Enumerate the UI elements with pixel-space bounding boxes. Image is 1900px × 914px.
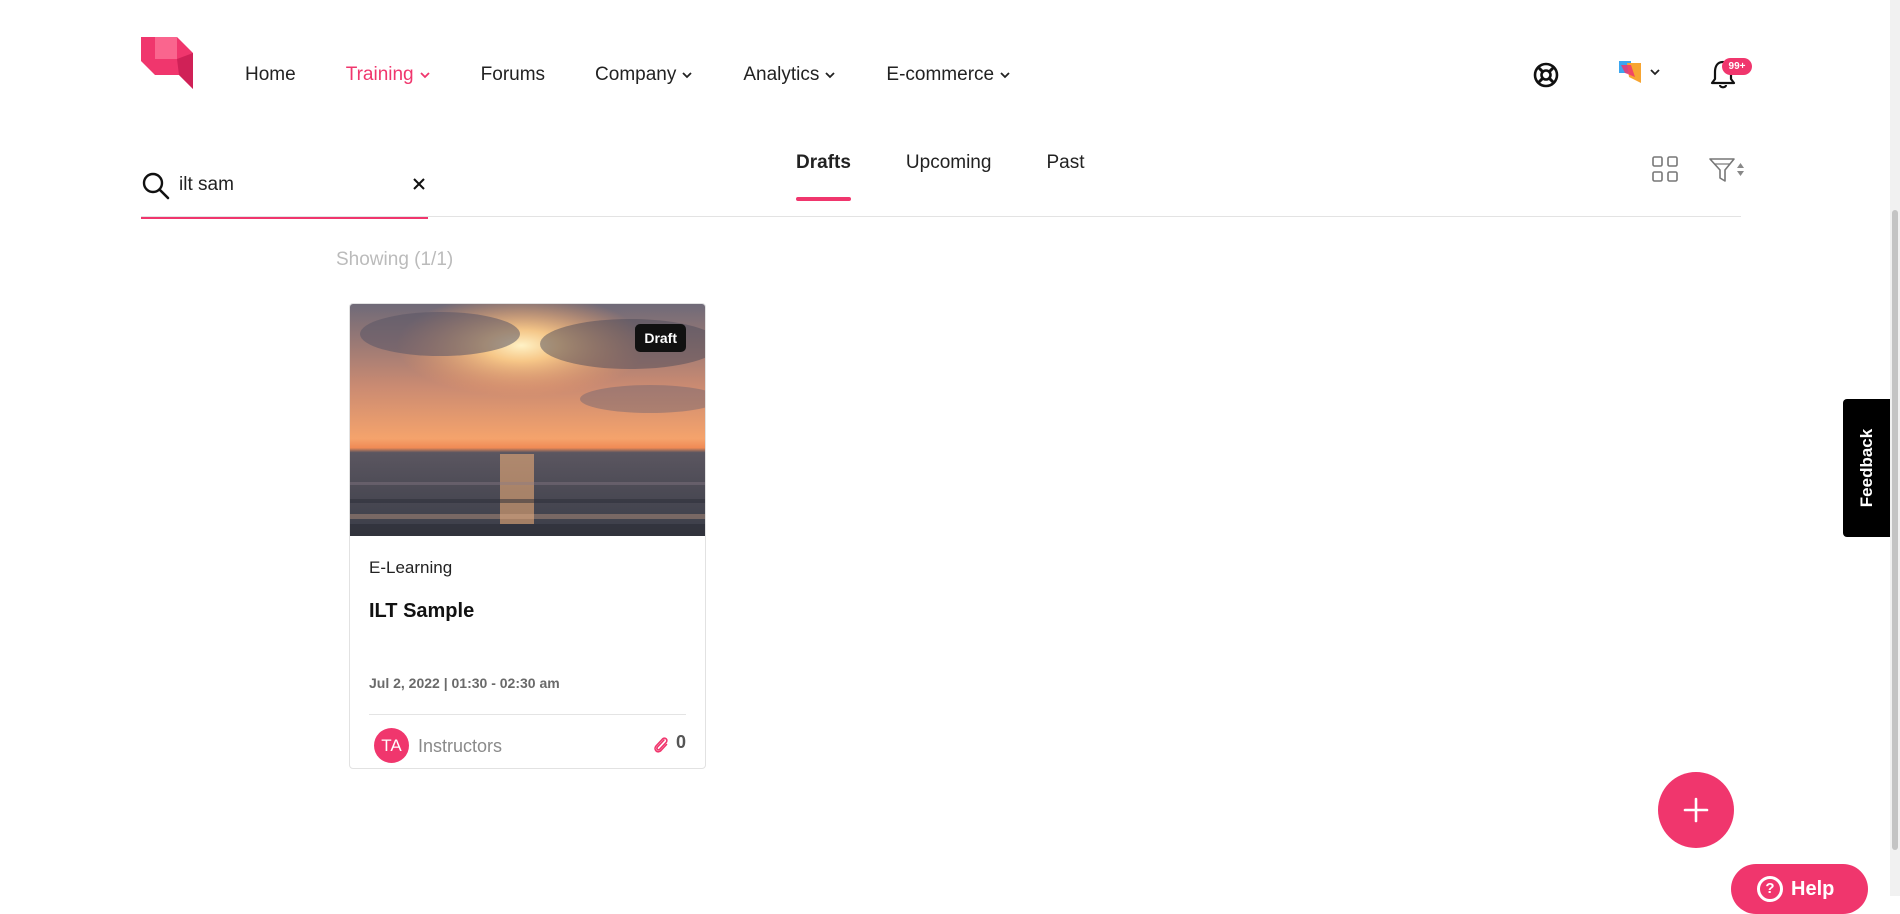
card-type: E-Learning (369, 558, 453, 577)
nav-analytics[interactable]: Analytics (743, 64, 836, 86)
lifebuoy-icon[interactable] (1532, 61, 1560, 89)
session-card[interactable]: Draft E-Learning ILT Sample Jul 2, 2022 … (349, 303, 706, 769)
main-nav: Home Training Forums Company Analytics E… (245, 64, 1011, 86)
nav-training[interactable]: Training (346, 64, 431, 86)
search-icon (142, 172, 170, 200)
nav-home-label: Home (245, 64, 296, 85)
org-switcher[interactable] (1617, 59, 1661, 85)
plus-icon (1683, 797, 1709, 823)
avatar: TA (374, 728, 409, 763)
status-badge: Draft (635, 324, 686, 352)
nav-ecommerce-label: E-commerce (886, 64, 995, 85)
feedback-label: Feedback (1857, 428, 1876, 508)
brand-logo[interactable] (141, 37, 193, 89)
notification-badge: 99+ (1722, 58, 1752, 75)
chevron-down-icon (1000, 72, 1010, 79)
search-input[interactable] (177, 171, 391, 199)
nav-company-label: Company (595, 64, 677, 85)
help-button[interactable]: ? Help (1731, 864, 1868, 914)
attachment-count: 0 (676, 732, 687, 752)
nav-forums[interactable]: Forums (481, 64, 545, 86)
instructors-label: Instructors (418, 736, 503, 756)
chevron-down-icon (1650, 69, 1660, 76)
chevron-down-icon (682, 72, 693, 79)
card-date: Jul 2, 2022 | 01:30 - 02:30 am (369, 675, 560, 691)
card-divider (369, 714, 686, 715)
header-divider (141, 216, 1741, 217)
nav-analytics-label: Analytics (743, 64, 820, 85)
scrollbar-thumb[interactable] (1892, 210, 1898, 850)
nav-forums-label: Forums (480, 64, 546, 85)
feedback-tab[interactable]: Feedback (1843, 399, 1891, 537)
results-count: Showing (1/1) (336, 249, 454, 270)
close-icon[interactable] (410, 175, 428, 193)
add-button[interactable] (1658, 772, 1734, 848)
tab-past[interactable]: Past (1046, 152, 1084, 194)
card-title[interactable]: ILT Sample (369, 600, 474, 623)
org-logo-icon (1619, 61, 1641, 83)
nav-company[interactable]: Company (595, 64, 693, 86)
tab-upcoming[interactable]: Upcoming (906, 152, 992, 194)
session-tabs: Drafts Upcoming Past (796, 152, 1084, 201)
search-bar (141, 165, 428, 219)
chevron-down-icon (420, 72, 430, 79)
nav-ecommerce[interactable]: E-commerce (886, 64, 1011, 86)
nav-training-label: Training (345, 64, 414, 85)
paperclip-icon (654, 737, 668, 753)
help-label: Help (1791, 877, 1835, 900)
tab-drafts[interactable]: Drafts (796, 152, 851, 201)
help-icon: ? (1757, 876, 1783, 902)
nav-home[interactable]: Home (245, 64, 296, 86)
filter-sort-icon[interactable] (1708, 155, 1746, 185)
grid-view-icon[interactable] (1652, 156, 1678, 182)
chevron-down-icon (825, 72, 836, 79)
